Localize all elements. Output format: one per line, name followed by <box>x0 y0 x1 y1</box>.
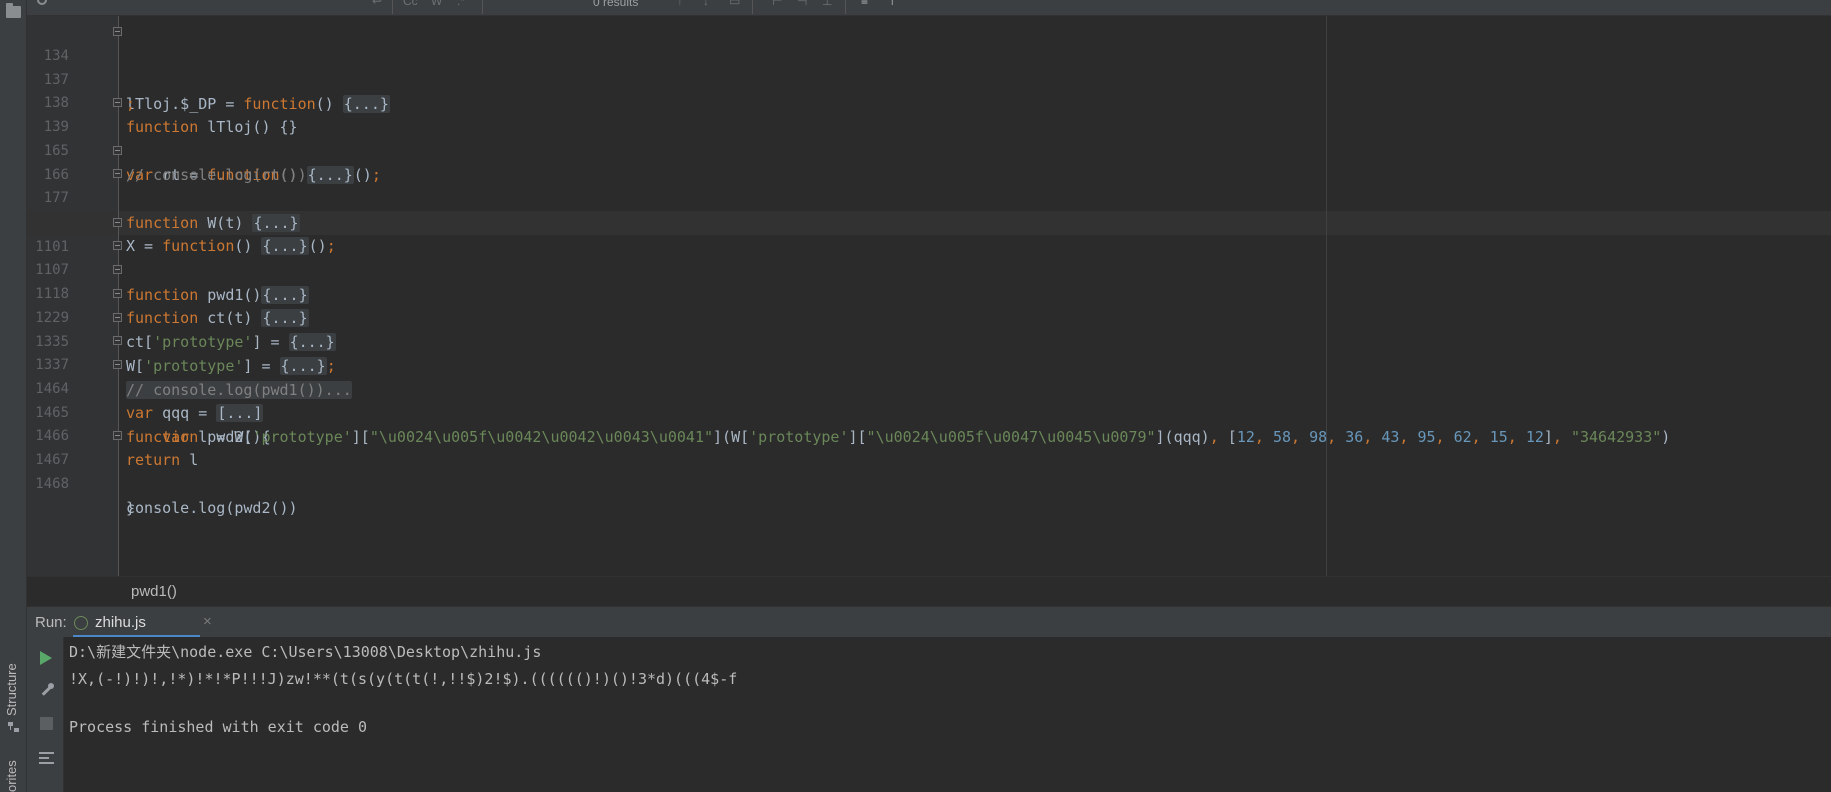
next-occurrence-icon[interactable]: ↓ <box>703 0 709 8</box>
search-icon[interactable] <box>37 0 47 5</box>
code-line[interactable]: 139 var rt = function() {...}(); <box>27 91 1831 184</box>
scroll-to-end-icon[interactable] <box>39 750 54 764</box>
fold-expand-icon[interactable] <box>113 313 122 322</box>
add-selection-icon[interactable]: ⊢ <box>772 0 782 8</box>
code-line[interactable]: 165 // console.log(rt()) <box>27 115 1831 184</box>
code-line[interactable]: 1466 return l <box>27 400 1831 469</box>
code-line[interactable]: 134 lTloj.$_DP = function() {...} <box>27 20 1831 113</box>
console-line: Process finished with exit code 0 <box>69 718 368 736</box>
match-case-icon[interactable]: Cc <box>403 0 418 8</box>
toolbar-separator <box>482 0 483 14</box>
search-results-count: 0 results <box>593 0 639 9</box>
toolbar-separator <box>752 0 753 14</box>
remove-selection-icon[interactable]: ⊣ <box>797 0 807 8</box>
fold-expand-icon[interactable] <box>113 146 122 155</box>
console-output[interactable]: D:\新建文件夹\node.exe C:\Users\13008\Desktop… <box>64 637 1831 792</box>
folder-icon[interactable] <box>6 3 21 18</box>
regex-icon[interactable]: .* <box>457 0 465 8</box>
play-icon[interactable] <box>40 651 52 665</box>
fold-expand-icon[interactable] <box>113 265 122 274</box>
code-line[interactable]: 137 ; <box>27 44 1831 113</box>
close-icon[interactable]: × <box>203 613 212 630</box>
code-line[interactable]: 1229 W['prototype'] = {...}; <box>27 282 1831 375</box>
run-tab-label[interactable]: zhihu.js <box>95 614 146 631</box>
code-line[interactable]: 1118 ct['prototype'] = {...} <box>27 258 1831 351</box>
fold-expand-icon[interactable] <box>113 169 122 178</box>
code-line[interactable]: 1107 function ct(t) {...} <box>27 234 1831 327</box>
code-text: console.log(pwd2()) <box>126 499 298 517</box>
run-panel-header: Run: zhihu.js × <box>27 606 1831 638</box>
code-line[interactable]: 1337 var qqq = [...] <box>27 329 1831 422</box>
structure-icon[interactable] <box>8 722 20 732</box>
code-editor[interactable]: 134 lTloj.$_DP = function() {...} 137 ; … <box>27 16 1831 576</box>
toolbar-separator <box>845 0 846 14</box>
undo-icon[interactable]: ↩ <box>372 0 382 8</box>
run-label: Run: <box>35 614 67 631</box>
code-line[interactable]: 138 function lTloj() {} <box>27 67 1831 136</box>
left-tool-strip: Structure orites <box>0 0 27 792</box>
code-line[interactable]: 1467 } <box>27 424 1831 517</box>
code-line-current[interactable]: 1101 function pwd1(){...} <box>27 211 1831 304</box>
code-line[interactable]: 1465 var l = W['prototype']["\u0024\u005… <box>27 377 1831 446</box>
select-all-occurrences-icon[interactable]: ▭ <box>729 0 740 8</box>
toolbar-separator <box>392 0 393 14</box>
pin-icon[interactable]: ⊤ <box>887 0 897 8</box>
breadcrumb-bar: pwd1() <box>27 576 1831 606</box>
fold-end-icon[interactable] <box>113 431 122 440</box>
fold-expand-icon[interactable] <box>113 27 122 36</box>
console-line: !X,(-!)!)!,!*)!*!*P!!!J)zw!**(t(s(y(t(t(… <box>69 670 738 688</box>
whole-words-icon[interactable]: W <box>431 0 442 8</box>
breadcrumb[interactable]: pwd1() <box>131 583 177 600</box>
filter-icon[interactable]: ⊥ <box>822 0 832 8</box>
code-line[interactable]: 1335 // console.log(pwd1())... <box>27 306 1831 399</box>
console-line: D:\新建文件夹\node.exe C:\Users\13008\Desktop… <box>69 643 542 661</box>
wrench-icon[interactable] <box>39 683 54 698</box>
code-line[interactable]: 177 X = function() {...}(); <box>27 162 1831 255</box>
run-toolbar <box>27 637 64 792</box>
fold-expand-icon[interactable] <box>113 289 122 298</box>
fold-expand-icon[interactable] <box>113 336 122 345</box>
fold-expand-icon[interactable] <box>113 218 122 227</box>
code-line[interactable]: 166 function W(t) {...} <box>27 139 1831 232</box>
find-bar: ↩ Cc W .* 0 results ↑ ↓ ▭ ⊢ ⊣ ⊥ ≡ ⊤ <box>27 0 1831 16</box>
fold-expand-icon[interactable] <box>113 98 122 107</box>
line-number: 1468 <box>35 476 69 492</box>
previous-occurrence-icon[interactable]: ↑ <box>677 0 683 8</box>
fold-expand-icon[interactable] <box>113 241 122 250</box>
fold-collapse-icon[interactable] <box>113 360 122 369</box>
structure-tab[interactable]: Structure <box>4 663 19 716</box>
code-line[interactable]: 1464 function pwd2(){ <box>27 353 1831 446</box>
favorites-tab[interactable]: orites <box>4 760 19 792</box>
stop-icon[interactable] <box>40 717 53 730</box>
line-number: 177 <box>43 190 69 206</box>
nodejs-icon <box>74 616 88 630</box>
settings-icon[interactable]: ≡ <box>861 0 868 8</box>
code-line[interactable]: 1468 console.log(pwd2()) <box>27 448 1831 517</box>
